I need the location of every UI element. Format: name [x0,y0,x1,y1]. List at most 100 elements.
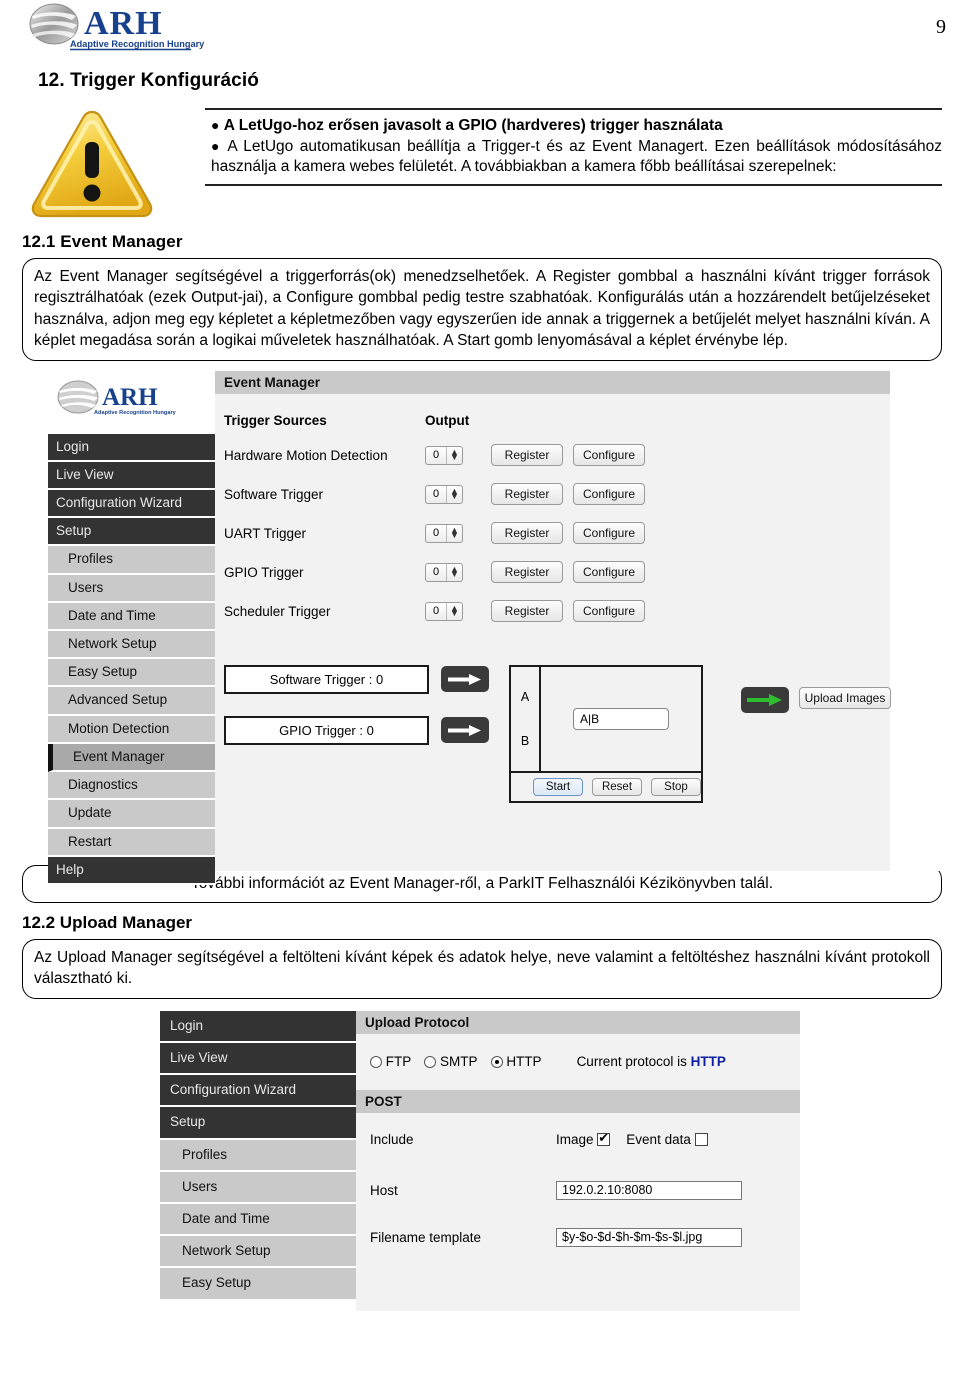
stepper-arrows-icon[interactable]: ▲ ▼ [446,563,462,581]
protocol-option-smtp[interactable]: SMTP [424,1054,478,1070]
letter-column: A B [511,666,541,771]
sidebar-item-login[interactable]: Login [48,433,215,462]
output-stepper[interactable]: 0 ▲ ▼ [425,601,463,621]
upload-protocol-title: Upload Protocol [356,1010,800,1034]
filename-row: Filename template $y-$o-$d-$h-$m-$s-$l.j… [356,1214,800,1261]
panel-body: Trigger Sources Output Hardware Motion D… [215,393,891,803]
sidebar-item-diagnostics[interactable]: Diagnostics [48,772,215,801]
sidebar-item-live-view[interactable]: Live View [48,461,215,490]
page-title: 12. Trigger Konfiguráció [38,70,259,91]
register-button[interactable]: Register [491,522,563,544]
host-input[interactable]: 192.0.2.10:8080 [556,1180,742,1200]
reset-button[interactable]: Reset [592,777,642,796]
output-stepper[interactable]: 0 ▲ ▼ [425,523,463,543]
sidebar-item-profiles[interactable]: Profiles [160,1139,356,1172]
warning-bullet-1-text: A LetUgo-hoz erősen javasolt a GPIO (har… [223,117,723,134]
green-arrow-icon[interactable] [741,686,789,713]
include-image-option[interactable]: Image [556,1130,611,1147]
svg-text:ARH: ARH [84,5,163,42]
stepper-arrows-icon[interactable]: ▲ ▼ [446,446,462,464]
current-protocol-status: Current protocol is HTTP [577,1054,726,1069]
sidebar-item-users[interactable]: Users [160,1171,356,1204]
registered-sources: Software Trigger : 0 GPIO Trigger : 0 [224,664,489,803]
letter-a: A [520,689,530,704]
formula-input[interactable]: A|B [573,707,669,730]
sidebar-item-network-setup[interactable]: Network Setup [48,631,215,660]
radio-ftp-icon[interactable] [370,1056,382,1069]
trigger-row: Software Trigger 0 ▲ ▼ Register Configure [215,475,890,514]
radio-http-icon[interactable] [490,1056,503,1069]
sidebar-item-easy-setup[interactable]: Easy Setup [48,659,215,688]
sidebar-item-help[interactable]: Help [48,856,215,885]
configure-button[interactable]: Configure [573,483,645,505]
output-stepper[interactable]: 0 ▲ ▼ [425,562,463,582]
checkbox-image-icon[interactable] [597,1130,611,1147]
sidebar-item-login[interactable]: Login [160,1010,356,1043]
filename-template-input[interactable]: $y-$o-$d-$h-$m-$s-$l.jpg [556,1227,742,1247]
sidebar-item-advanced-setup[interactable]: Advanced Setup [48,687,215,716]
output-stepper[interactable]: 0 ▲ ▼ [425,484,463,504]
current-protocol-value: HTTP [690,1054,726,1070]
trigger-row: UART Trigger 0 ▲ ▼ Register Configure [215,514,890,553]
assign-arrow-icon[interactable] [441,666,489,692]
event-manager-panel: Event Manager Trigger Sources Output Har… [215,370,891,871]
protocol-label-smtp: SMTP [440,1054,478,1070]
radio-smtp-icon[interactable] [424,1056,437,1069]
sidebar-item-setup[interactable]: Setup [160,1107,356,1140]
event-manager-description: Az Event Manager segítségével a triggerf… [22,258,942,361]
sidebar-item-profiles[interactable]: Profiles [48,546,215,575]
column-header-output: Output [425,413,470,428]
host-row: Host 192.0.2.10:8080 [356,1167,800,1214]
stepper-arrows-icon[interactable]: ▲ ▼ [446,524,462,542]
configure-button[interactable]: Configure [573,444,645,466]
svg-text:Adaptive Recognition Hungary: Adaptive Recognition Hungary [70,39,205,49]
sidebar-item-event-manager[interactable]: Event Manager [48,743,215,773]
sidebar-item-update[interactable]: Update [48,800,215,829]
start-button[interactable]: Start [533,777,583,796]
sidebar-item-easy-setup[interactable]: Easy Setup [160,1268,356,1301]
sidebar-item-configuration-wizard[interactable]: Configuration Wizard [160,1075,356,1108]
register-button[interactable]: Register [491,561,563,583]
sidebar-item-restart[interactable]: Restart [48,828,215,857]
bullet-glyph: ● [211,137,222,154]
upload-manager-sidebar[interactable]: Login Live View Configuration Wizard Setup P… [160,1010,356,1311]
configure-button[interactable]: Configure [573,561,645,583]
letter-b: B [520,733,530,748]
register-button[interactable]: Register [491,600,563,622]
protocol-option-ftp[interactable]: FTP [370,1054,411,1069]
output-stepper[interactable]: 0 ▲ ▼ [425,445,463,465]
column-header-trigger-sources: Trigger Sources [224,413,327,428]
upload-manager-nav-list[interactable]: Login Live View Configuration Wizard Setup P… [160,1010,356,1301]
protocol-label-ftp: FTP [385,1054,412,1070]
protocol-option-http[interactable]: HTTP [490,1054,542,1069]
include-row: Include Image Event data [356,1113,800,1167]
configure-button[interactable]: Configure [573,522,645,544]
checkbox-event-data-icon[interactable] [694,1133,708,1147]
sidebar-item-configuration-wizard[interactable]: Configuration Wizard [48,489,215,519]
arh-logo: ARH Adaptive Recognition Hungary [28,2,218,54]
registered-source-label: GPIO Trigger : 0 [224,715,429,745]
stepper-arrows-icon[interactable]: ▲ ▼ [446,485,462,503]
stop-button[interactable]: Stop [651,777,701,796]
stepper-arrows-icon[interactable]: ▲ ▼ [446,602,462,620]
sidebar-item-live-view[interactable]: Live View [160,1042,356,1076]
output-value: 0 [432,526,440,539]
sidebar-item-motion-detection[interactable]: Motion Detection [48,715,215,744]
configure-button[interactable]: Configure [573,600,645,622]
trigger-source-name: Software Trigger [224,486,324,502]
sidebar-item-setup[interactable]: Setup [48,518,215,547]
sidebar-item-network-setup[interactable]: Network Setup [160,1236,356,1269]
warning-bullet-2-text: A LetUgo automatikusan beállítja a Trigg… [211,137,943,176]
sidebar-item-users[interactable]: Users [48,574,215,603]
include-event-data-option[interactable]: Event data [626,1132,708,1147]
sidebar-item-date-and-time[interactable]: Date and Time [48,602,215,632]
include-label: Include [370,1132,414,1148]
sidebar-item-date-and-time[interactable]: Date and Time [160,1203,356,1237]
register-button[interactable]: Register [491,483,563,505]
event-manager-sidebar[interactable]: ARH Adaptive Recognition Hungary Login Li… [48,370,215,885]
upload-images-button[interactable]: Upload Images [799,686,891,709]
event-manager-nav-list[interactable]: Login Live View Configuration Wizard Setup P… [48,433,215,885]
assign-arrow-icon[interactable] [441,717,489,743]
register-button[interactable]: Register [491,444,563,466]
warning-block: ● A LetUgo-hoz erősen javasolt a GPIO (h… [0,106,960,226]
